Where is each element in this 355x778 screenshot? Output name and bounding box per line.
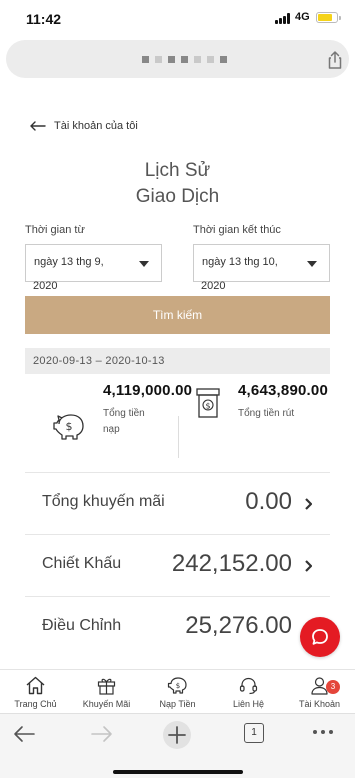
tab-account[interactable]: 3 Tài Khoản [284,670,355,714]
tab-deposit[interactable]: $ Nạp Tiền [142,670,213,714]
notification-badge: 3 [326,680,340,694]
summary-panel: $ 4,119,000.00 Tổng tiền nạp $ 4,643,890… [0,382,355,462]
new-tab-icon[interactable] [162,720,192,750]
tab-switcher-button[interactable]: 1 [244,723,264,743]
chevron-right-icon [305,498,312,510]
piggy-bank-icon: $ [167,677,187,694]
row-label: Tổng khuyến mãi [42,493,165,510]
withdraw-total: 4,643,890.00 [238,382,328,399]
home-icon [26,676,45,695]
date-range-display: 2020-09-13 – 2020-10-13 [25,348,330,374]
row-value: 0.00 [245,488,292,515]
battery-icon [316,12,338,23]
row-value: 25,276.00 [185,612,292,639]
svg-text:$: $ [176,682,180,690]
withdraw-label: Tổng tiền rút [238,408,295,419]
row-label: Chiết Khấu [42,555,122,572]
to-date-label: Thời gian kết thúc [193,224,281,236]
caret-down-icon [139,261,149,267]
to-date-select[interactable]: ngày 13 thg 10, [193,244,330,282]
tab-contact[interactable]: Liên Hệ [213,670,284,714]
tab-label: Trang Chủ [14,699,57,709]
headset-icon [239,677,258,695]
svg-text:$: $ [66,420,73,433]
deposit-label: Tổng tiền nạp [103,408,145,435]
piggy-bank-icon: $ [53,414,84,440]
network-type: 4G [295,11,310,23]
arrow-left-icon [30,121,46,131]
promotion-row[interactable]: Tổng khuyến mãi 0.00 [25,472,330,534]
svg-text:$: $ [205,402,210,411]
to-date-value: ngày 13 thg 10, [202,256,278,268]
forward-arrow-icon[interactable] [90,724,114,744]
from-date-value: ngày 13 thg 9, [34,256,104,268]
page-title-line2: Giao Dịch [135,186,220,207]
bottom-tab-bar: Trang Chủ Khuyến Mãi $ Nạp Tiền Liên Hệ … [0,669,355,713]
status-bar: 11:42 4G [0,0,355,38]
url-bar[interactable] [6,40,349,78]
discount-row[interactable]: Chiết Khấu 242,152.00 [25,534,330,596]
page-title-line1: Lịch Sử [144,160,211,181]
caret-down-icon [307,261,317,267]
adjustment-row[interactable]: Điều Chỉnh 25,276.00 [25,596,330,658]
gift-icon [97,678,116,695]
row-label: Điều Chỉnh [42,617,122,634]
tab-label: Liên Hệ [232,699,265,709]
to-date-year: 2020 [201,280,226,292]
more-options-icon[interactable] [312,728,334,736]
signal-icon [275,13,291,24]
tab-label: Nạp Tiền [159,699,196,709]
tab-label: Khuyến Mãi [82,699,131,709]
chevron-right-icon [305,560,312,572]
blurred-url [142,56,227,63]
search-button[interactable]: Tìm kiếm [25,296,330,334]
chat-button[interactable] [300,617,340,657]
from-date-year: 2020 [33,280,58,292]
chat-icon [312,629,328,645]
back-link[interactable]: Tài khoản của tôi [30,120,138,132]
share-icon[interactable] [326,50,344,70]
atm-cash-icon: $ [196,388,220,418]
tab-promotions[interactable]: Khuyến Mãi [71,670,142,714]
battery-tip [339,16,341,20]
from-date-select[interactable]: ngày 13 thg 9, [25,244,162,282]
tab-count: 1 [251,727,257,738]
summary-divider [178,416,179,458]
home-indicator [113,770,243,774]
tab-home[interactable]: Trang Chủ [0,670,71,714]
from-date-label: Thời gian từ [25,224,85,236]
page-title: Lịch Sử Giao Dịch [0,158,355,210]
row-value: 242,152.00 [171,550,292,577]
browser-toolbar: 1 [0,713,355,778]
deposit-total: 4,119,000.00 [103,382,193,399]
main-content: Tài khoản của tôi Lịch Sử Giao Dịch Thời… [0,84,355,669]
tab-label: Tài Khoản [298,699,341,709]
back-label: Tài khoản của tôi [54,120,138,132]
back-arrow-icon[interactable] [12,724,36,744]
status-time: 11:42 [26,11,62,27]
